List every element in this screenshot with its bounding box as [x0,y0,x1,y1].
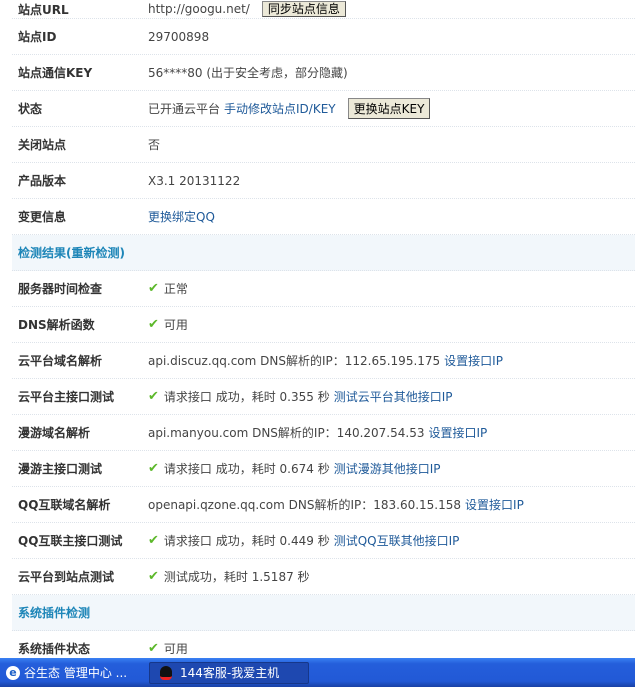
ie-icon: e [6,665,20,680]
taskbar-item-qq[interactable]: 144客服-我爱主机 [149,661,309,684]
check-icon: ✔ [148,569,159,584]
check-action-link[interactable]: 测试QQ互联其他接口IP [334,532,460,549]
taskbar-item-ie[interactable]: e 谷生态 管理中心 ... [0,662,145,684]
check-action-link[interactable]: 设置接口IP [428,424,487,441]
row-change-info: 变更信息 更换绑定QQ [12,199,635,235]
row-status: 状态 已开通云平台 手动修改站点ID/KEY 更换站点KEY [12,91,635,127]
check-row: 云平台到站点测试 ✔ 测试成功，耗时 1.5187 秒 [12,559,635,595]
check-row: 漫游主接口测试 ✔ 请求接口 成功，耗时 0.674 秒测试漫游其他接口IP [12,451,635,487]
check-icon: ✔ [148,389,159,404]
row-site-url: 站点URL http://googu.net/同步站点信息 [12,0,635,19]
section-plugin-check: 系统插件检测 [12,595,635,631]
check-row: DNS解析函数 ✔ 可用 [12,307,635,343]
sync-site-info-button[interactable]: 同步站点信息 [261,1,346,17]
section-check-results[interactable]: 检测结果(重新检测) [12,235,635,271]
rebind-qq-link[interactable]: 更换绑定QQ [148,208,215,225]
check-icon: ✔ [148,533,159,548]
check-action-link[interactable]: 设置接口IP [444,352,503,369]
check-row: 云平台主接口测试 ✔ 请求接口 成功，耗时 0.355 秒测试云平台其他接口IP [12,379,635,415]
check-row: 漫游域名解析 api.manyou.com DNS解析的IP：140.207.54… [12,415,635,451]
check-action-link[interactable]: 测试云平台其他接口IP [334,388,453,405]
check-row: 服务器时间检查 ✔ 正常 [12,271,635,307]
check-row: 云平台域名解析 api.discuz.qq.com DNS解析的IP：112.65… [12,343,635,379]
check-row: QQ互联主接口测试 ✔ 请求接口 成功，耗时 0.449 秒测试QQ互联其他接口IP [12,523,635,559]
taskbar: e 谷生态 管理中心 ... 144客服-我爱主机 [0,658,635,687]
site-info-table: 站点URL http://googu.net/同步站点信息 站点ID 2970089… [12,0,635,667]
row-close-site: 关闭站点否 [12,127,635,163]
check-row: QQ互联域名解析 openapi.qzone.qq.com DNS解析的IP：18… [12,487,635,523]
check-icon: ✔ [148,461,159,476]
edit-site-id-key-link[interactable]: 手动修改站点ID/KEY [224,100,336,117]
check-icon: ✔ [148,281,159,296]
check-icon: ✔ [148,317,159,332]
row-site-key: 站点通信KEY 56****80 (出于安全考虑，部分隐藏) [12,55,635,91]
row-site-id: 站点ID 29700898 [12,19,635,55]
row-version: 产品版本 X3.1 20131122 [12,163,635,199]
change-site-key-button[interactable]: 更换站点KEY [347,98,431,119]
qq-penguin-icon [160,665,172,680]
check-action-link[interactable]: 设置接口IP [465,496,524,513]
check-icon: ✔ [148,641,159,656]
check-action-link[interactable]: 测试漫游其他接口IP [334,460,441,477]
site-url: http://googu.net/ [148,2,250,16]
